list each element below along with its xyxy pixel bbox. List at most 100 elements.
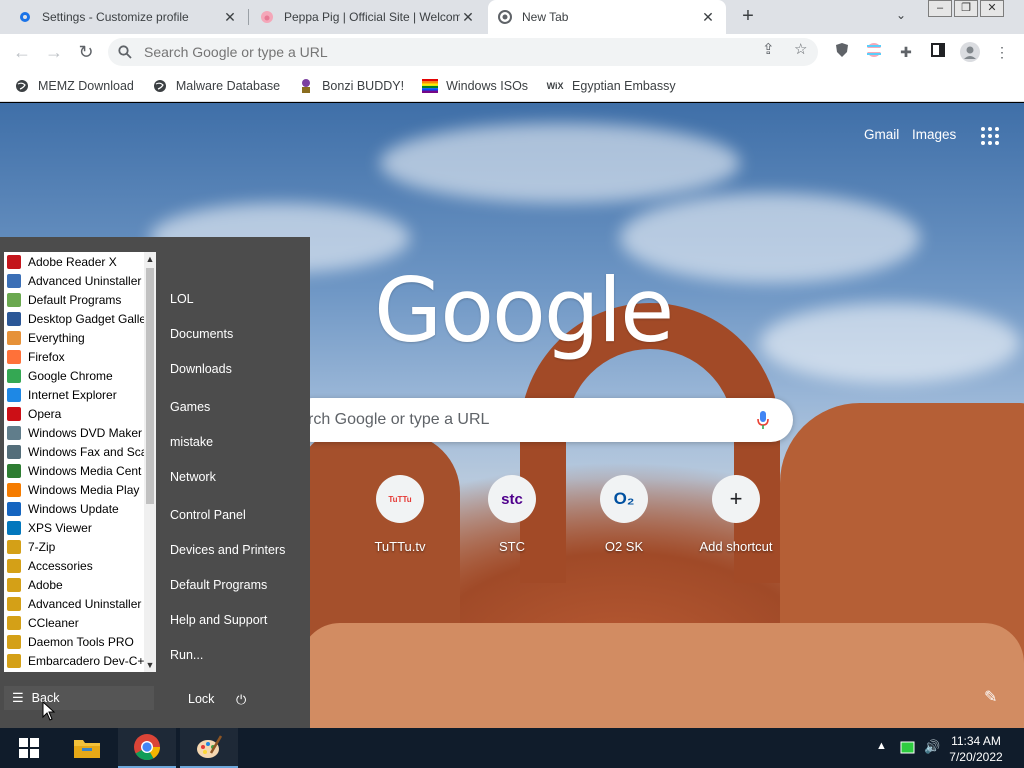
program-item[interactable]: Google Chrome [4, 366, 144, 385]
window-controls: – ❐ ✕ [926, 0, 1004, 17]
profile-avatar[interactable] [960, 42, 980, 62]
program-item[interactable]: Default Programs [4, 290, 144, 309]
program-item[interactable]: Daemon Tools PRO [4, 632, 144, 651]
program-item[interactable]: Windows Fax and Sca [4, 442, 144, 461]
images-link[interactable]: Images [912, 127, 956, 142]
minimize-button[interactable]: – [928, 0, 952, 17]
tab-new-tab[interactable]: New Tab ✕ [488, 0, 726, 34]
program-item[interactable]: Adobe [4, 575, 144, 594]
program-item[interactable]: Windows Media Play [4, 480, 144, 499]
start-place-item[interactable]: Run... [170, 648, 203, 662]
side-panel-icon[interactable] [928, 42, 948, 62]
new-tab-button[interactable]: + [736, 4, 760, 30]
program-item[interactable]: CCleaner [4, 613, 144, 632]
tray-chevron-icon[interactable]: ▲ [876, 740, 887, 752]
start-place-item[interactable]: Help and Support [170, 613, 267, 627]
bookmark-label: MEMZ Download [38, 78, 134, 93]
bookmark-bonzi-buddy[interactable]: Bonzi BUDDY! [298, 78, 404, 94]
taskbar-paint[interactable] [180, 728, 238, 768]
shortcut-add[interactable]: + Add shortcut [680, 475, 792, 554]
taskbar-clock[interactable]: 11:34 AM 7/20/2022 [946, 733, 1006, 765]
program-item[interactable]: Adobe Reader X [4, 252, 144, 271]
start-place-item[interactable]: Documents [170, 327, 233, 341]
program-item[interactable]: Windows DVD Maker [4, 423, 144, 442]
tab-peppa[interactable]: Peppa Pig | Official Site | Welcom ✕ [250, 0, 486, 34]
start-place-item[interactable]: Downloads [170, 362, 232, 376]
scroll-up-icon[interactable]: ▲ [144, 252, 156, 266]
start-place-item[interactable]: LOL [170, 292, 194, 306]
shortcut-tuttu[interactable]: TuTTu TuTTu.tv [344, 475, 456, 554]
windows-start-button[interactable] [0, 728, 58, 768]
bookmark-egyptian-embassy[interactable]: WiX Egyptian Embassy [546, 78, 676, 94]
microphone-icon[interactable] [756, 410, 770, 430]
tab-settings[interactable]: Settings - Customize profile ✕ [8, 0, 248, 34]
start-place-item[interactable]: Devices and Printers [170, 543, 285, 557]
bonzi-icon [298, 78, 314, 94]
power-icon[interactable]: ⏻ [236, 692, 246, 708]
extension-flag-icon[interactable] [864, 42, 884, 62]
close-icon[interactable]: ✕ [700, 9, 716, 26]
start-place-item[interactable]: Network [170, 470, 216, 484]
puzzle-icon[interactable]: ✚ [896, 42, 916, 62]
taskbar-file-explorer[interactable] [58, 728, 116, 768]
program-label: Internet Explorer [28, 387, 117, 402]
program-icon [7, 330, 21, 345]
program-label: Embarcadero Dev-C+ [28, 653, 144, 668]
reload-icon[interactable]: ↻ [74, 40, 98, 64]
scroll-down-icon[interactable]: ▼ [144, 658, 156, 672]
program-item[interactable]: Everything [4, 328, 144, 347]
globe-icon [152, 78, 168, 94]
bookmark-memz[interactable]: MEMZ Download [14, 78, 134, 94]
bookmark-windows-isos[interactable]: Windows ISOs [422, 78, 528, 94]
omnibox[interactable] [108, 38, 818, 66]
program-label: Daemon Tools PRO [28, 634, 134, 649]
program-item[interactable]: 7-Zip [4, 537, 144, 556]
program-item[interactable]: XPS Viewer [4, 518, 144, 537]
restore-button[interactable]: ❐ [954, 0, 978, 17]
program-item[interactable]: Advanced Uninstaller [4, 594, 144, 613]
program-item[interactable]: Embarcadero Dev-C+ [4, 651, 144, 670]
chevron-down-icon[interactable]: ⌄ [896, 8, 906, 22]
omnibox-input[interactable] [144, 44, 744, 60]
shortcut-stc[interactable]: stc STC [456, 475, 568, 554]
speaker-icon[interactable]: 🔊 [924, 739, 940, 755]
close-icon[interactable]: ✕ [222, 9, 238, 26]
program-item[interactable]: Advanced Uninstaller [4, 271, 144, 290]
scroll-thumb[interactable] [146, 268, 154, 504]
gmail-link[interactable]: Gmail [864, 127, 899, 142]
shortcut-o2-sk[interactable]: O₂ O2 SK [568, 475, 680, 554]
star-icon[interactable]: ☆ [794, 40, 807, 58]
programs-scrollbar[interactable]: ▲ ▼ [144, 252, 156, 672]
bookmark-malware-database[interactable]: Malware Database [152, 78, 280, 94]
forward-arrow-icon[interactable]: → [42, 40, 66, 64]
wix-icon: WiX [546, 80, 564, 91]
taskbar-chrome[interactable] [118, 728, 176, 768]
program-item[interactable]: Windows Update [4, 499, 144, 518]
close-icon[interactable]: ✕ [460, 9, 476, 26]
apps-grid-icon[interactable] [981, 127, 999, 145]
lock-button[interactable]: Lock [188, 692, 214, 706]
pencil-icon[interactable]: ✎ [984, 687, 997, 707]
program-item[interactable]: Opera [4, 404, 144, 423]
share-icon[interactable]: ⇪ [762, 40, 775, 58]
battery-icon[interactable] [900, 741, 916, 757]
program-item[interactable]: Accessories [4, 556, 144, 575]
rainbow-flag-icon [422, 78, 439, 94]
start-place-item[interactable]: Control Panel [170, 508, 246, 522]
close-window-button[interactable]: ✕ [980, 0, 1004, 17]
start-place-item[interactable]: Games [170, 400, 210, 414]
program-icon [7, 406, 21, 421]
back-arrow-icon[interactable]: ← [10, 40, 34, 64]
program-label: Google Chrome [28, 368, 113, 383]
program-item[interactable]: Windows Media Cent [4, 461, 144, 480]
start-place-item[interactable]: Default Programs [170, 578, 267, 592]
menu-kebab-icon[interactable]: ⋮ [992, 42, 1012, 62]
program-item[interactable]: Internet Explorer [4, 385, 144, 404]
program-item[interactable]: Desktop Gadget Galle [4, 309, 144, 328]
ublock-icon[interactable] [832, 42, 852, 62]
program-label: Windows Fax and Sca [28, 444, 144, 459]
ntp-search-box[interactable]: rch Google or type a URL [290, 398, 793, 442]
start-place-item[interactable]: mistake [170, 435, 213, 449]
program-item[interactable]: Firefox [4, 347, 144, 366]
back-button[interactable]: ☰ Back [4, 686, 154, 710]
